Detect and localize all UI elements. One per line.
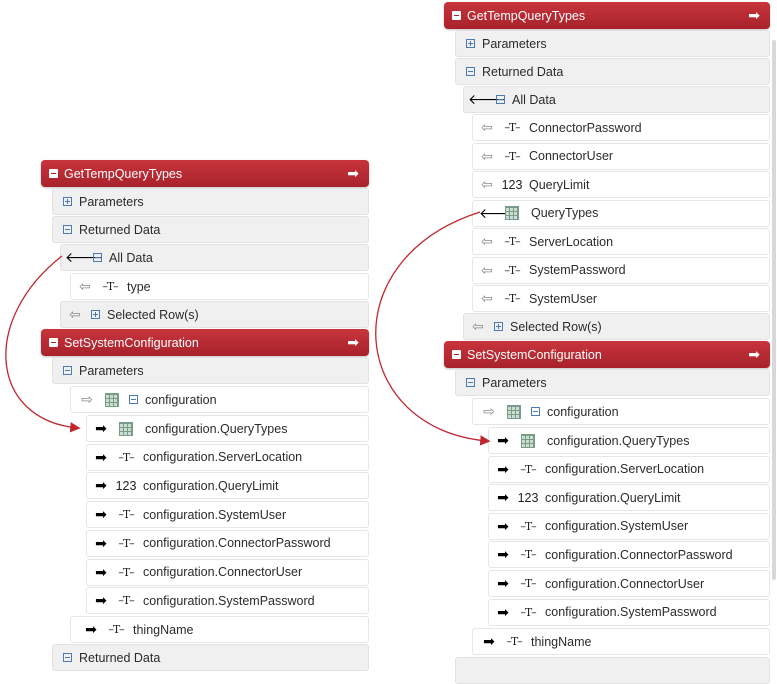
connector-right	[375, 211, 491, 446]
connector-left	[5, 255, 81, 433]
mapping-connectors	[5, 211, 491, 446]
